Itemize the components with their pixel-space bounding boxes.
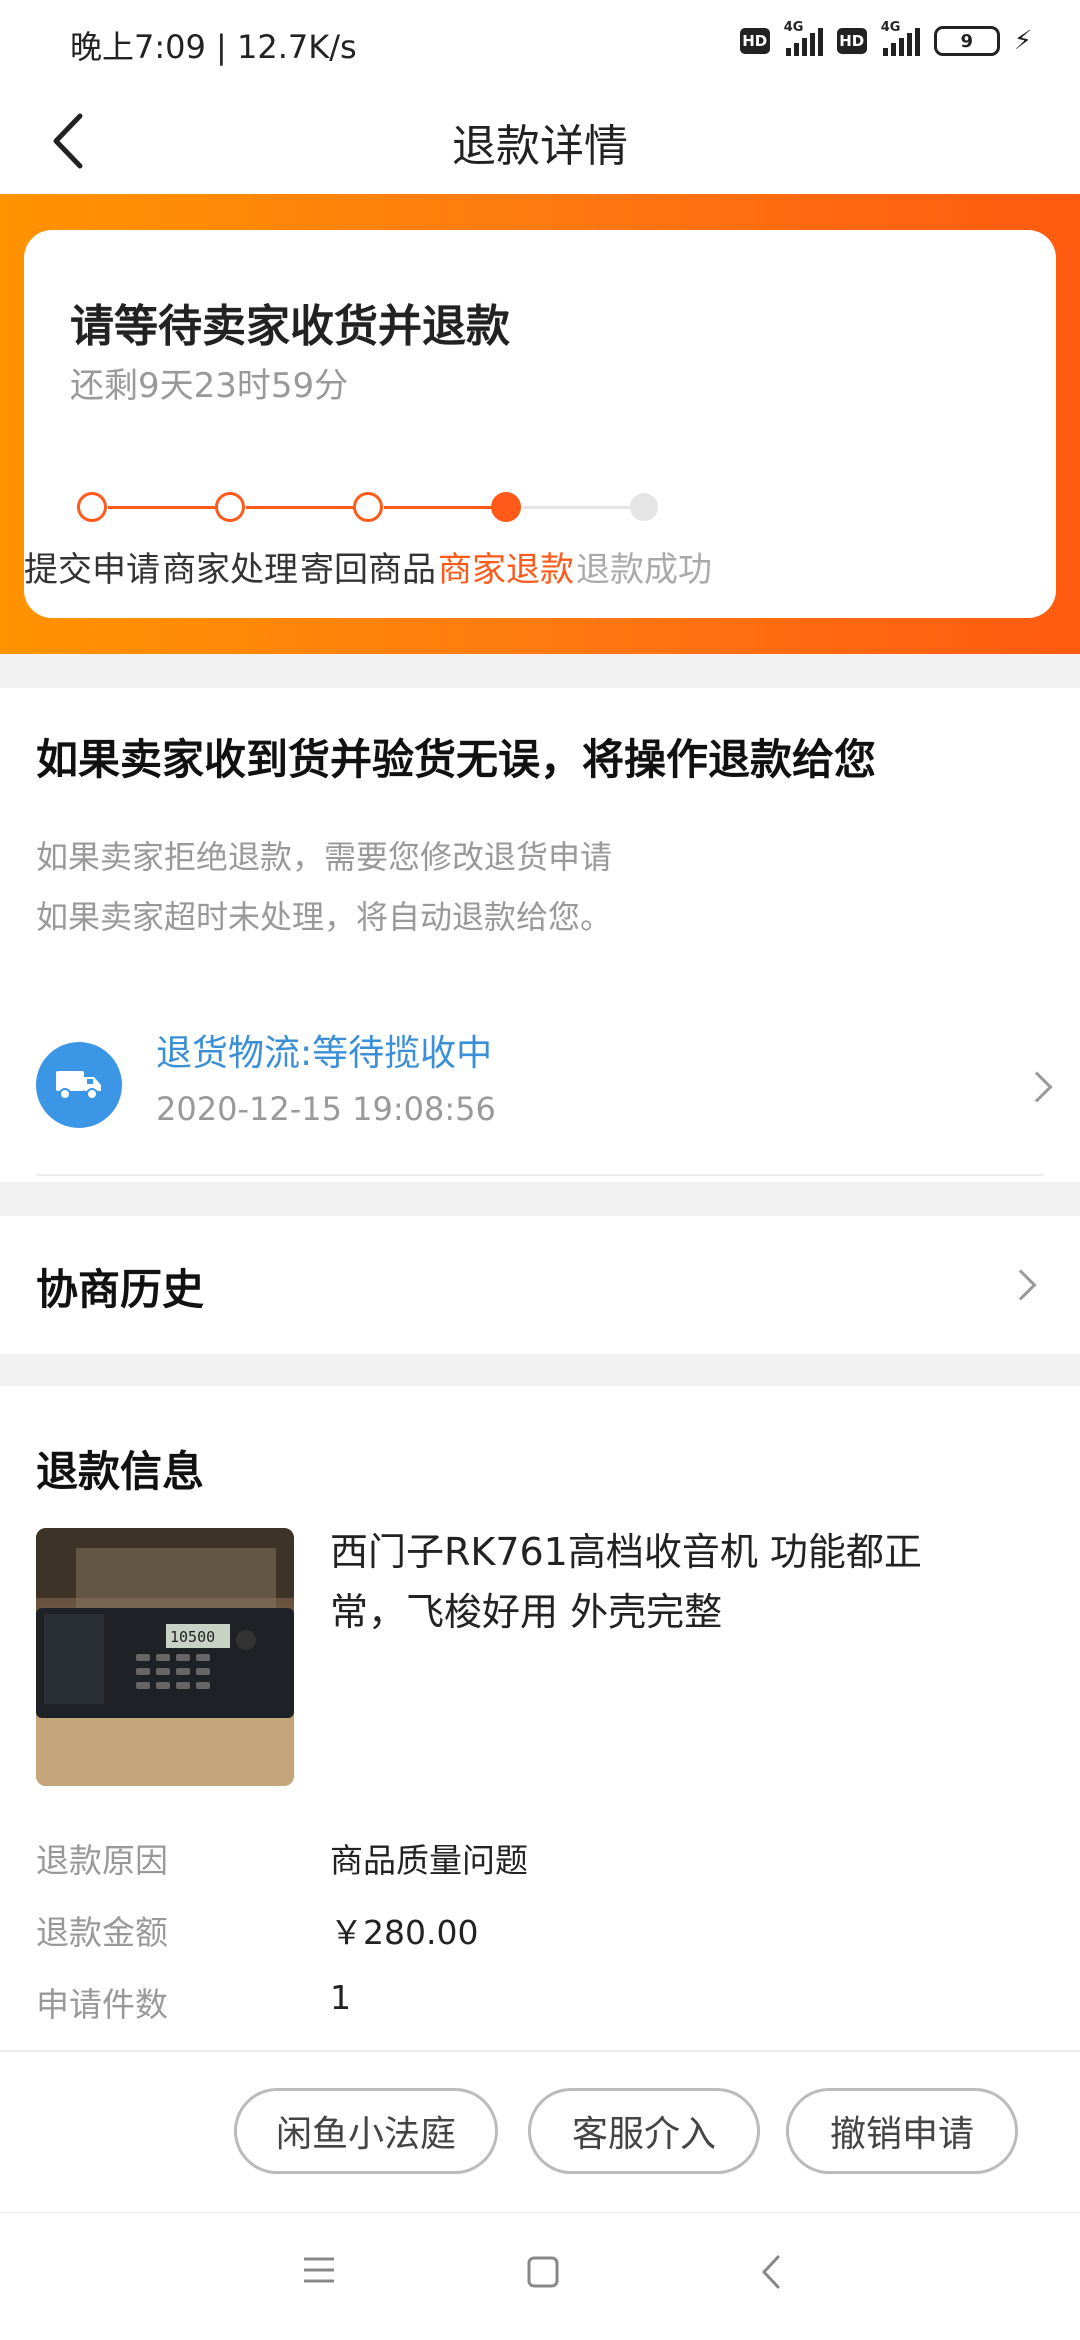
- history-title: 协商历史: [36, 1265, 205, 1314]
- step-connector: [246, 506, 368, 509]
- refund-info-title: 退款信息: [36, 1447, 205, 1496]
- home-icon[interactable]: [526, 2255, 560, 2289]
- battery-level: 9: [960, 30, 973, 52]
- refund-count-label: 申请件数: [36, 1985, 168, 2024]
- step-connector: [108, 506, 230, 509]
- refund-status-card: 请等待卖家收货并退款 还剩9天23时59分 提交申请 商家处理 寄回商品 商家退…: [24, 230, 1056, 618]
- refund-count-value: 1: [330, 1978, 351, 2017]
- refund-amount-value: ￥280.00: [330, 1913, 479, 1952]
- menu-icon[interactable]: [302, 2255, 336, 2285]
- page-title: 退款详情: [452, 121, 628, 172]
- nav-back-icon[interactable]: [756, 2253, 786, 2291]
- chevron-right-icon: [1005, 1269, 1037, 1301]
- cancel-request-button[interactable]: 撤销申请: [786, 2088, 1018, 2174]
- network-type: 4G: [880, 20, 901, 35]
- step-label-refund-success: 退款成功: [576, 550, 712, 590]
- notice-title: 如果卖家收到货并验货无误，将操作退款给您: [36, 735, 877, 784]
- radio-display-text: 10500: [170, 1628, 215, 1646]
- refund-reason-label: 退款原因: [36, 1841, 168, 1880]
- xianyu-court-button[interactable]: 闲鱼小法庭: [234, 2088, 498, 2174]
- chevron-right-icon: [1021, 1071, 1053, 1103]
- charging-icon: ⚡: [1013, 26, 1032, 56]
- return-logistics-row[interactable]: 退货物流:等待揽收中 2020-12-15 19:08:56: [0, 998, 1080, 1178]
- refund-count-row: 申请件数 1: [36, 1978, 1036, 2028]
- step-dot-submit: [77, 492, 107, 522]
- hd-icon: HD: [739, 28, 770, 54]
- notice-line-timeout: 如果卖家超时未处理，将自动退款给您。: [36, 898, 613, 936]
- network-type: 4G: [783, 20, 804, 35]
- battery-icon: 9: [933, 26, 1000, 56]
- notice-line-reject: 如果卖家拒绝退款，需要您修改退货申请: [36, 838, 613, 876]
- status-title: 请等待卖家收货并退款: [70, 301, 510, 352]
- status-time: 晚上7:09 | 12.7K/s: [70, 28, 357, 66]
- truck-icon: [36, 1042, 122, 1128]
- truck-glyph: [56, 1071, 101, 1100]
- refund-amount-label: 退款金额: [36, 1913, 168, 1952]
- step-connector: [522, 506, 644, 509]
- logistics-status: 退货物流:等待揽收中: [156, 1033, 493, 1074]
- status-bar: 晚上7:09 | 12.7K/s HD 4G HD 4G 9 ⚡: [0, 0, 1080, 88]
- step-label-return-goods: 寄回商品: [300, 550, 436, 590]
- refund-reason-row: 退款原因 商品质量问题: [36, 1834, 1036, 1884]
- refund-info-section: 退款信息 10500 西门子RK761高档收音机 功能都正常，飞梭好用 外壳完整…: [0, 1386, 1080, 2050]
- step-label-merchant-process: 商家处理: [162, 550, 298, 590]
- refund-notice-section: 如果卖家收到货并验货无误，将操作退款给您 如果卖家拒绝退款，需要您修改退货申请 …: [0, 688, 1080, 1182]
- divider: [36, 1174, 1044, 1176]
- customer-service-button[interactable]: 客服介入: [528, 2088, 760, 2174]
- step-label-submit: 提交申请: [24, 550, 160, 590]
- step-dot-merchant-process: [215, 492, 245, 522]
- countdown-text: 还剩9天23时59分: [70, 366, 349, 406]
- signal-icon: 4G: [881, 20, 920, 56]
- refund-reason-value: 商品质量问题: [330, 1841, 528, 1880]
- negotiation-history-row[interactable]: 协商历史: [0, 1216, 1080, 1354]
- radio-image: 10500: [36, 1528, 294, 1786]
- step-dot-merchant-refund: [491, 492, 521, 522]
- step-connector: [384, 506, 506, 509]
- title-bar: 退款详情: [0, 88, 1080, 194]
- action-bar: 闲鱼小法庭 客服介入 撤销申请: [0, 2050, 1080, 2212]
- step-dot-refund-success: [630, 493, 658, 521]
- system-nav-bar: [0, 2212, 1080, 2340]
- logistics-time: 2020-12-15 19:08:56: [156, 1090, 496, 1128]
- step-dot-return-goods: [353, 492, 383, 522]
- product-thumbnail[interactable]: 10500: [36, 1528, 294, 1786]
- hd-icon: HD: [836, 28, 867, 54]
- status-icons: HD 4G HD 4G 9 ⚡: [739, 20, 1032, 56]
- refund-amount-row: 退款金额 ￥280.00: [36, 1906, 1036, 1956]
- progress-steps: 提交申请 商家处理 寄回商品 商家退款 退款成功: [24, 480, 1056, 600]
- product-name[interactable]: 西门子RK761高档收音机 功能都正常，飞梭好用 外壳完整: [330, 1522, 990, 1642]
- signal-icon: 4G: [784, 20, 823, 56]
- step-label-merchant-refund: 商家退款: [438, 550, 574, 590]
